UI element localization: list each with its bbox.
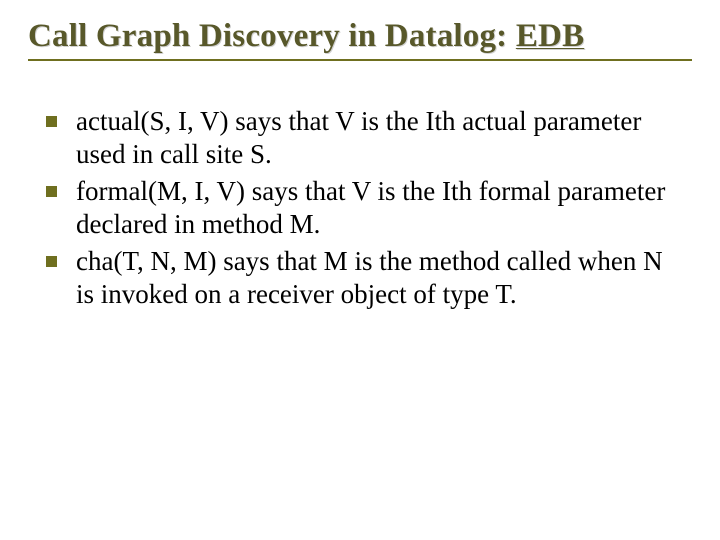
title-underlined: EDB: [516, 18, 584, 54]
predicate-desc: (T, N, M) says that M is the method call…: [76, 246, 663, 309]
list-item: actual(S, I, V) says that V is the Ith a…: [36, 105, 684, 171]
predicate-name: cha: [76, 246, 113, 276]
slide: Call Graph Discovery in Datalog: EDB act…: [0, 0, 720, 540]
page-title: Call Graph Discovery in Datalog: EDB: [28, 18, 692, 55]
predicate-desc: (M, I, V) says that V is the Ith formal …: [76, 176, 665, 239]
predicate-name: formal: [76, 176, 148, 206]
predicate-name: actual: [76, 106, 140, 136]
list-item: cha(T, N, M) says that M is the method c…: [36, 245, 684, 311]
list-item: formal(M, I, V) says that V is the Ith f…: [36, 175, 684, 241]
title-underline-wrap: Call Graph Discovery in Datalog: EDB: [28, 18, 692, 61]
predicate-desc: (S, I, V) says that V is the Ith actual …: [76, 106, 641, 169]
title-text: Call Graph Discovery in Datalog:: [28, 18, 516, 54]
bullet-list: actual(S, I, V) says that V is the Ith a…: [28, 105, 692, 311]
